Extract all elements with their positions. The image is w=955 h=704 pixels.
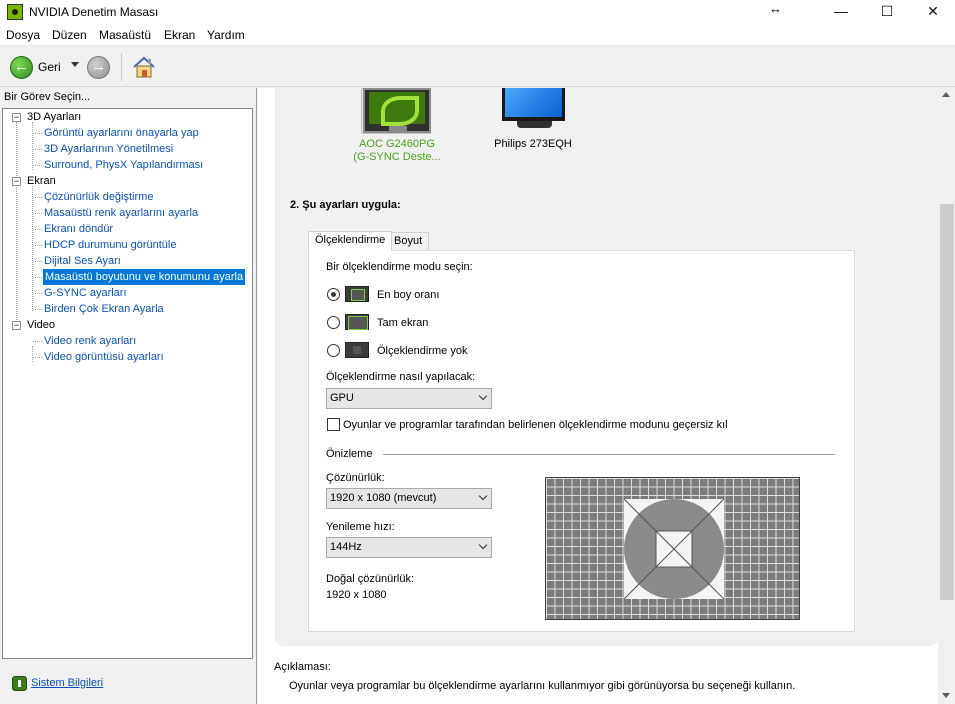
test-pattern-graphic <box>623 498 725 600</box>
tree-node-video[interactable]: Video <box>27 317 55 333</box>
radio-tam-ekran[interactable] <box>327 316 340 329</box>
preview-label: Önizleme <box>326 448 373 460</box>
tree-item-coklu-ekran[interactable]: Birden Çok Ekran Ayarla <box>44 301 164 317</box>
radio-olceklendirme-yok[interactable] <box>327 344 340 357</box>
tree-item-renk-ayarlari[interactable]: Masaüstü renk ayarlarını ayarla <box>44 205 198 221</box>
tab-boyut[interactable]: Boyut <box>387 232 430 251</box>
back-button-label[interactable]: Geri <box>38 60 61 74</box>
tree-item-3d-yonetim[interactable]: 3D Ayarlarının Yönetilmesi <box>44 141 173 157</box>
scaling-tab-panel: Bir ölçeklendirme modu seçin: En boy ora… <box>308 250 855 632</box>
aspect-ratio-icon <box>345 286 369 302</box>
toolbar: ← Geri → <box>0 47 955 87</box>
scaling-method-label: Ölçeklendirme nasıl yapılacak: <box>326 371 476 383</box>
override-checkbox[interactable] <box>327 418 340 431</box>
description-title: Açıklaması: <box>274 661 331 673</box>
system-info-link[interactable]: Sistem Bilgileri <box>31 677 103 689</box>
content-area: AOC G2460PG (G-SYNC Deste... Philips 273… <box>258 88 938 704</box>
scrollbar-thumb[interactable] <box>940 204 954 600</box>
resize-cursor-icon: ↔ <box>769 1 782 16</box>
panel-splitter[interactable] <box>256 88 257 704</box>
resolution-label: Çözünürlük: <box>326 472 385 484</box>
task-header: Bir Görev Seçin... <box>0 88 256 108</box>
menu-masaustu[interactable]: Masaüstü <box>99 28 151 42</box>
resolution-value: 1920 x 1080 (mevcut) <box>330 492 437 504</box>
scaling-mode-label: Bir ölçeklendirme modu seçin: <box>326 261 473 273</box>
tree-item-cozunurluk[interactable]: Çözünürlük değiştirme <box>44 189 153 205</box>
chevron-down-icon <box>478 540 488 550</box>
scaling-preview-image <box>545 477 800 620</box>
collapse-video-icon[interactable]: − <box>12 321 21 330</box>
radio-en-boy-orani[interactable] <box>327 288 340 301</box>
vertical-scrollbar[interactable] <box>938 88 955 704</box>
tree-item-video-goruntu[interactable]: Video görüntüsü ayarları <box>44 349 164 365</box>
chevron-down-icon <box>478 491 488 501</box>
menu-ekran[interactable]: Ekran <box>164 28 195 42</box>
refresh-select[interactable]: 144Hz <box>326 537 492 558</box>
menu-yardim[interactable]: Yardım <box>207 28 245 42</box>
monitor-aoc-icon[interactable] <box>363 88 431 133</box>
tree-node-3d-ayarlari[interactable]: 3D Ayarları <box>27 109 81 125</box>
tree-item-goruntu-onayar[interactable]: Görüntü ayarlarını önayarla yap <box>44 125 199 141</box>
refresh-value: 144Hz <box>330 541 362 553</box>
mode-tam-ekran-label[interactable]: Tam ekran <box>377 317 428 329</box>
tree-item-gsync[interactable]: G-SYNC ayarları <box>44 285 127 301</box>
task-header-label: Bir Görev Seçin... <box>4 91 91 103</box>
monitor-aoc-name[interactable]: AOC G2460PG <box>338 138 456 151</box>
tree-item-hdcp[interactable]: HDCP durumunu görüntüle <box>44 237 176 253</box>
menu-duzen[interactable]: Düzen <box>52 28 87 42</box>
description-text: Oyunlar veya programlar bu ölçeklendirme… <box>289 680 796 692</box>
scroll-down-icon[interactable] <box>942 693 950 698</box>
tree-item-surround-physx[interactable]: Surround, PhysX Yapılandırması <box>44 157 203 173</box>
scroll-up-icon[interactable] <box>942 92 950 97</box>
step2-title: 2. Şu ayarları uygula: <box>290 199 401 211</box>
forward-arrow-icon[interactable]: → <box>87 56 110 79</box>
chevron-down-icon <box>478 391 488 401</box>
menu-dosya[interactable]: Dosya <box>6 28 40 42</box>
toolbar-separator <box>121 53 122 81</box>
tab-olceklendirme[interactable]: Ölçeklendirme <box>308 231 393 251</box>
native-resolution-value: 1920 x 1080 <box>326 589 387 601</box>
settings-panel: AOC G2460PG (G-SYNC Deste... Philips 273… <box>275 88 938 646</box>
refresh-label: Yenileme hızı: <box>326 521 395 533</box>
menu-bar: Dosya Düzen Masaüstü Ekran Yardım <box>0 24 955 46</box>
minimize-button[interactable]: — <box>818 0 864 24</box>
monitor-philips-stand <box>517 121 552 128</box>
monitor-philips-name[interactable]: Philips 273EQH <box>474 138 592 151</box>
system-info-icon <box>12 676 27 691</box>
title-bar: NVIDIA Denetim Masası ↔ — ☐ ✕ <box>0 0 955 24</box>
task-tree: − 3D Ayarları Görüntü ayarlarını önayarl… <box>2 108 253 659</box>
no-scaling-icon <box>345 342 369 358</box>
scaling-method-select[interactable]: GPU <box>326 388 492 409</box>
tree-item-ekrani-dondur[interactable]: Ekranı döndür <box>44 221 113 237</box>
back-arrow-icon[interactable]: ← <box>10 56 33 79</box>
tree-item-video-renk[interactable]: Video renk ayarları <box>44 333 136 349</box>
history-dropdown-icon[interactable] <box>71 62 79 67</box>
native-resolution-label: Doğal çözünürlük: <box>326 573 415 585</box>
collapse-3d-icon[interactable]: − <box>12 113 21 122</box>
mode-en-boy-orani-label[interactable]: En boy oranı <box>377 289 439 301</box>
nvidia-app-icon <box>7 4 23 20</box>
monitor-aoc-subname[interactable]: (G-SYNC Deste... <box>338 151 456 164</box>
fullscreen-icon <box>345 314 369 330</box>
tree-item-dijital-ses[interactable]: Dijital Ses Ayarı <box>44 253 121 269</box>
collapse-ekran-icon[interactable]: − <box>12 177 21 186</box>
monitor-philips-icon[interactable] <box>502 88 565 121</box>
window-title: NVIDIA Denetim Masası <box>29 5 159 19</box>
tree-node-ekran[interactable]: Ekran <box>27 173 56 189</box>
close-button[interactable]: ✕ <box>910 0 955 24</box>
home-icon[interactable] <box>131 55 157 79</box>
tree-item-masaustu-boyutu[interactable]: Masaüstü boyutunu ve konumunu ayarla <box>43 269 246 285</box>
preview-divider <box>383 454 835 455</box>
resolution-select[interactable]: 1920 x 1080 (mevcut) <box>326 488 492 509</box>
override-label[interactable]: Oyunlar ve programlar tarafından belirle… <box>343 419 728 431</box>
scaling-method-value: GPU <box>330 392 354 404</box>
mode-olceklendirme-yok-label[interactable]: Ölçeklendirme yok <box>377 345 467 357</box>
maximize-button[interactable]: ☐ <box>864 0 910 24</box>
